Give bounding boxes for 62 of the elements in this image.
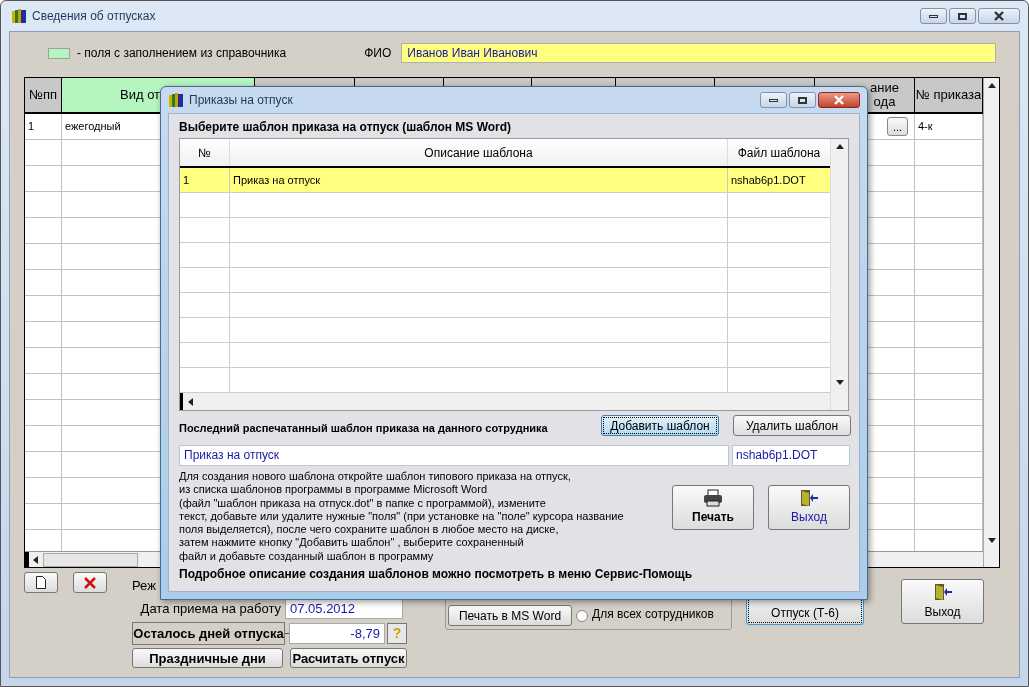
calculate-button[interactable]: Расчитать отпуск — [290, 648, 407, 668]
last-template-field[interactable]: Приказ на отпуск — [179, 445, 729, 466]
delete-icon — [84, 576, 96, 589]
all-employees-radio[interactable] — [576, 610, 588, 622]
column-header[interactable]: №пп — [25, 78, 62, 112]
maximize-button[interactable] — [789, 92, 816, 108]
dialog-exit-button[interactable]: Выход — [768, 485, 850, 530]
column-header[interactable]: № — [180, 139, 230, 166]
door-exit-icon — [932, 582, 953, 601]
help-footer: Подробное описание создания шаблонов можно посмотреть в меню Сервис-Помощь — [179, 565, 859, 584]
printer-icon — [703, 489, 723, 507]
hire-date-label: Дата приема на работу — [139, 602, 282, 616]
hire-date-field[interactable]: 07.05.2012 — [285, 599, 403, 619]
lookup-button[interactable]: ... — [887, 117, 908, 136]
scroll-down-icon[interactable] — [987, 537, 996, 545]
books-icon — [168, 92, 184, 108]
scroll-up-icon[interactable] — [987, 82, 996, 90]
dialog-heading: Выберите шаблон приказа на отпуск (шаблон MS Word) — [179, 119, 513, 135]
remaining-days-label: Осталось дней отпуска — [132, 622, 285, 645]
legend-text: - поля с заполнением из справочника — [77, 45, 287, 62]
table-cell-text: 1 — [28, 119, 35, 135]
window-title: Сведения об отпусках — [32, 8, 156, 25]
column-header[interactable]: Описание шаблона — [230, 139, 728, 166]
table-cell-text: 1 — [183, 172, 190, 188]
new-record-button[interactable] — [24, 572, 58, 593]
table-cell-text: Приказ на отпуск — [233, 172, 321, 188]
scroll-left-icon[interactable] — [187, 397, 195, 406]
template-row[interactable]: 1 Приказ на отпуск nshab6p1.DOT — [180, 168, 831, 193]
help-text: Для создания нового шаблона откройте шаблон типового приказа на отпуск, из списка шаблонов программы в программе Microsoft Word (файл "шаблон приказа на отпуск.dot" в папке с программой), измените текст, добавьте или удалите нужные "поля" (при установке на "поле" курсора название поля выделяется), после чего сохраните шаблон в любое место на диске, затем нажмите кнопку "Добавить шаблон" , выберите сохраненный файл и добавьте созданный шаблон в программу — [179, 470, 625, 564]
books-icon — [11, 8, 27, 24]
print-word-button[interactable]: Печать в MS Word — [448, 605, 572, 626]
door-exit-icon — [799, 489, 819, 507]
maximize-button[interactable] — [949, 8, 976, 24]
minimize-button[interactable] — [920, 8, 947, 24]
table-cell-text: nshab6p1.DOT — [731, 172, 806, 188]
exit-button[interactable]: Выход — [901, 579, 984, 624]
print-button[interactable]: Печать — [672, 485, 754, 530]
close-button[interactable] — [978, 8, 1020, 24]
holidays-button[interactable]: Праздничные дни — [132, 648, 283, 668]
minimize-button[interactable] — [760, 92, 787, 108]
scroll-up-icon[interactable] — [835, 143, 844, 151]
column-header[interactable]: Файл шаблона — [728, 139, 830, 166]
fio-field[interactable]: Иванов Иван Иванович — [401, 43, 997, 63]
column-header[interactable]: № приказа — [915, 78, 983, 112]
close-icon[interactable] — [993, 11, 1005, 21]
table-cell-text: 4-к — [918, 119, 933, 135]
table-cell-text: ежегодный — [65, 119, 121, 135]
horizontal-scrollbar[interactable] — [180, 393, 831, 410]
last-template-label: Последний распечатанный шаблон приказа на данного сотрудника — [179, 420, 549, 436]
remove-template-button[interactable]: Удалить шаблон — [733, 415, 851, 436]
vertical-scrollbar[interactable] — [983, 78, 999, 567]
scroll-down-icon[interactable] — [835, 379, 844, 387]
last-file-field[interactable]: nshab6p1.DOT — [732, 445, 850, 466]
all-employees-label: Для всех сотрудников — [592, 606, 714, 623]
delete-record-button[interactable] — [73, 572, 107, 593]
close-button[interactable] — [818, 92, 860, 108]
fio-label: ФИО — [364, 45, 392, 62]
add-template-button[interactable]: Добавить шаблон — [601, 415, 719, 436]
scroll-left-icon[interactable] — [32, 555, 40, 564]
new-document-icon — [36, 576, 46, 589]
legend-swatch — [48, 47, 70, 59]
remaining-days-field[interactable]: -8,79 — [289, 623, 385, 644]
